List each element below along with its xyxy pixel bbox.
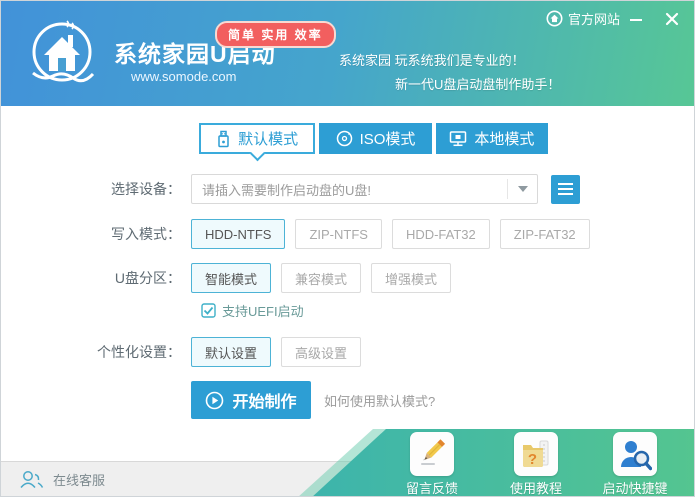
chevron-down-icon	[517, 186, 528, 192]
default-mode-help-link[interactable]: 如何使用默认模式?	[324, 391, 435, 410]
svg-text:?: ?	[528, 451, 537, 468]
start-row: 开始制作 如何使用默认模式?	[1, 381, 694, 419]
app-window: 系统家园U启动 www.somode.com 简单 实用 效率 系统家园 玩系统…	[0, 0, 695, 497]
write-mode-zip-ntfs[interactable]: ZIP-NTFS	[295, 219, 382, 249]
start-button-label: 开始制作	[232, 394, 297, 411]
write-mode-zip-fat32[interactable]: ZIP-FAT32	[499, 219, 590, 249]
partition-compat-mode[interactable]: 兼容模式	[281, 263, 362, 293]
boot-hotkey-shortcut[interactable]: 启动快捷键	[593, 432, 677, 496]
minimize-button[interactable]	[625, 9, 647, 29]
tab-default-mode[interactable]: 默认模式	[199, 123, 316, 154]
online-service-link[interactable]: 在线客服	[19, 470, 105, 489]
tab-local-mode[interactable]: 本地模式	[435, 123, 548, 154]
hotkey-person-search-icon	[621, 441, 652, 471]
personalize-row: 个性化设置： 默认设置 高级设置	[1, 337, 694, 367]
iso-disc-icon	[336, 130, 352, 147]
checkbox-checked-icon[interactable]	[201, 303, 216, 318]
boot-hotkey-label: 启动快捷键	[602, 481, 668, 496]
device-row: 选择设备： 请插入需要制作启动盘的U盘!	[1, 174, 694, 204]
device-label: 选择设备：	[111, 181, 181, 197]
official-site-link[interactable]: 官方网站	[546, 9, 620, 28]
official-site-label: 官方网站	[568, 12, 621, 27]
write-mode-hdd-ntfs[interactable]: HDD-NTFS	[191, 219, 286, 249]
tab-iso-label: ISO模式	[359, 131, 416, 148]
tab-local-label: 本地模式	[474, 131, 535, 148]
header-taglines: 系统家园 玩系统我们是专业的！ 新一代U盘启动盘制作助手！	[339, 49, 560, 97]
feedback-pencil-icon	[421, 439, 446, 465]
menu-icon	[558, 183, 573, 185]
personalize-default[interactable]: 默认设置	[191, 337, 272, 367]
close-icon	[665, 12, 679, 26]
write-mode-hdd-fat32[interactable]: HDD-FAT32	[391, 219, 490, 249]
mode-tabs: 默认模式 ISO模式 本地模式	[199, 123, 548, 154]
tagline-line1: 系统家园 玩系统我们是专业的！	[339, 53, 525, 68]
customer-service-person-icon	[20, 470, 44, 488]
personalize-label: 个性化设置：	[97, 344, 181, 360]
partition-label: U盘分区：	[114, 270, 181, 286]
tutorial-folder-icon: ?	[523, 440, 549, 468]
header-banner: 系统家园U启动 www.somode.com 简单 实用 效率 系统家园 玩系统…	[1, 1, 694, 106]
device-select[interactable]: 请插入需要制作启动盘的U盘!	[191, 174, 538, 204]
partition-enhanced-mode[interactable]: 增强模式	[371, 263, 452, 293]
tutorial-shortcut[interactable]: ? 使用教程	[494, 432, 578, 496]
device-select-value: 请插入需要制作启动盘的U盘!	[202, 182, 372, 198]
close-button[interactable]	[661, 9, 683, 29]
minimize-icon	[630, 19, 642, 21]
app-website: www.somode.com	[131, 69, 237, 84]
feedback-shortcut[interactable]: 留言反馈	[390, 432, 474, 496]
write-mode-row: 写入模式： HDD-NTFS ZIP-NTFS HDD-FAT32 ZIP-FA…	[1, 219, 694, 249]
play-circle-icon	[206, 391, 224, 409]
tutorial-label: 使用教程	[509, 481, 562, 496]
usb-drive-icon	[218, 130, 229, 147]
device-select-caret[interactable]	[507, 179, 537, 199]
uefi-checkbox-row[interactable]: 支持UEFI启动	[201, 301, 501, 320]
online-service-label: 在线客服	[53, 472, 106, 488]
write-mode-label: 写入模式：	[111, 226, 181, 242]
slogan-badge: 简单 实用 效率	[215, 21, 336, 48]
personalize-advanced[interactable]: 高级设置	[281, 337, 362, 367]
tab-iso-mode[interactable]: ISO模式	[319, 123, 432, 154]
computer-monitor-icon	[450, 131, 467, 147]
app-logo-icon	[32, 20, 95, 83]
start-button[interactable]: 开始制作	[191, 381, 311, 419]
partition-smart-mode[interactable]: 智能模式	[191, 263, 272, 293]
tab-default-label: 默认模式	[238, 131, 299, 148]
uefi-label: 支持UEFI启动	[222, 304, 304, 319]
home-circle-icon	[546, 10, 563, 27]
partition-row: U盘分区： 智能模式 兼容模式 增强模式	[1, 263, 694, 293]
feedback-label: 留言反馈	[405, 481, 458, 496]
device-list-button[interactable]	[551, 174, 580, 204]
tagline-line2: 新一代U盘启动盘制作助手！	[395, 77, 561, 92]
